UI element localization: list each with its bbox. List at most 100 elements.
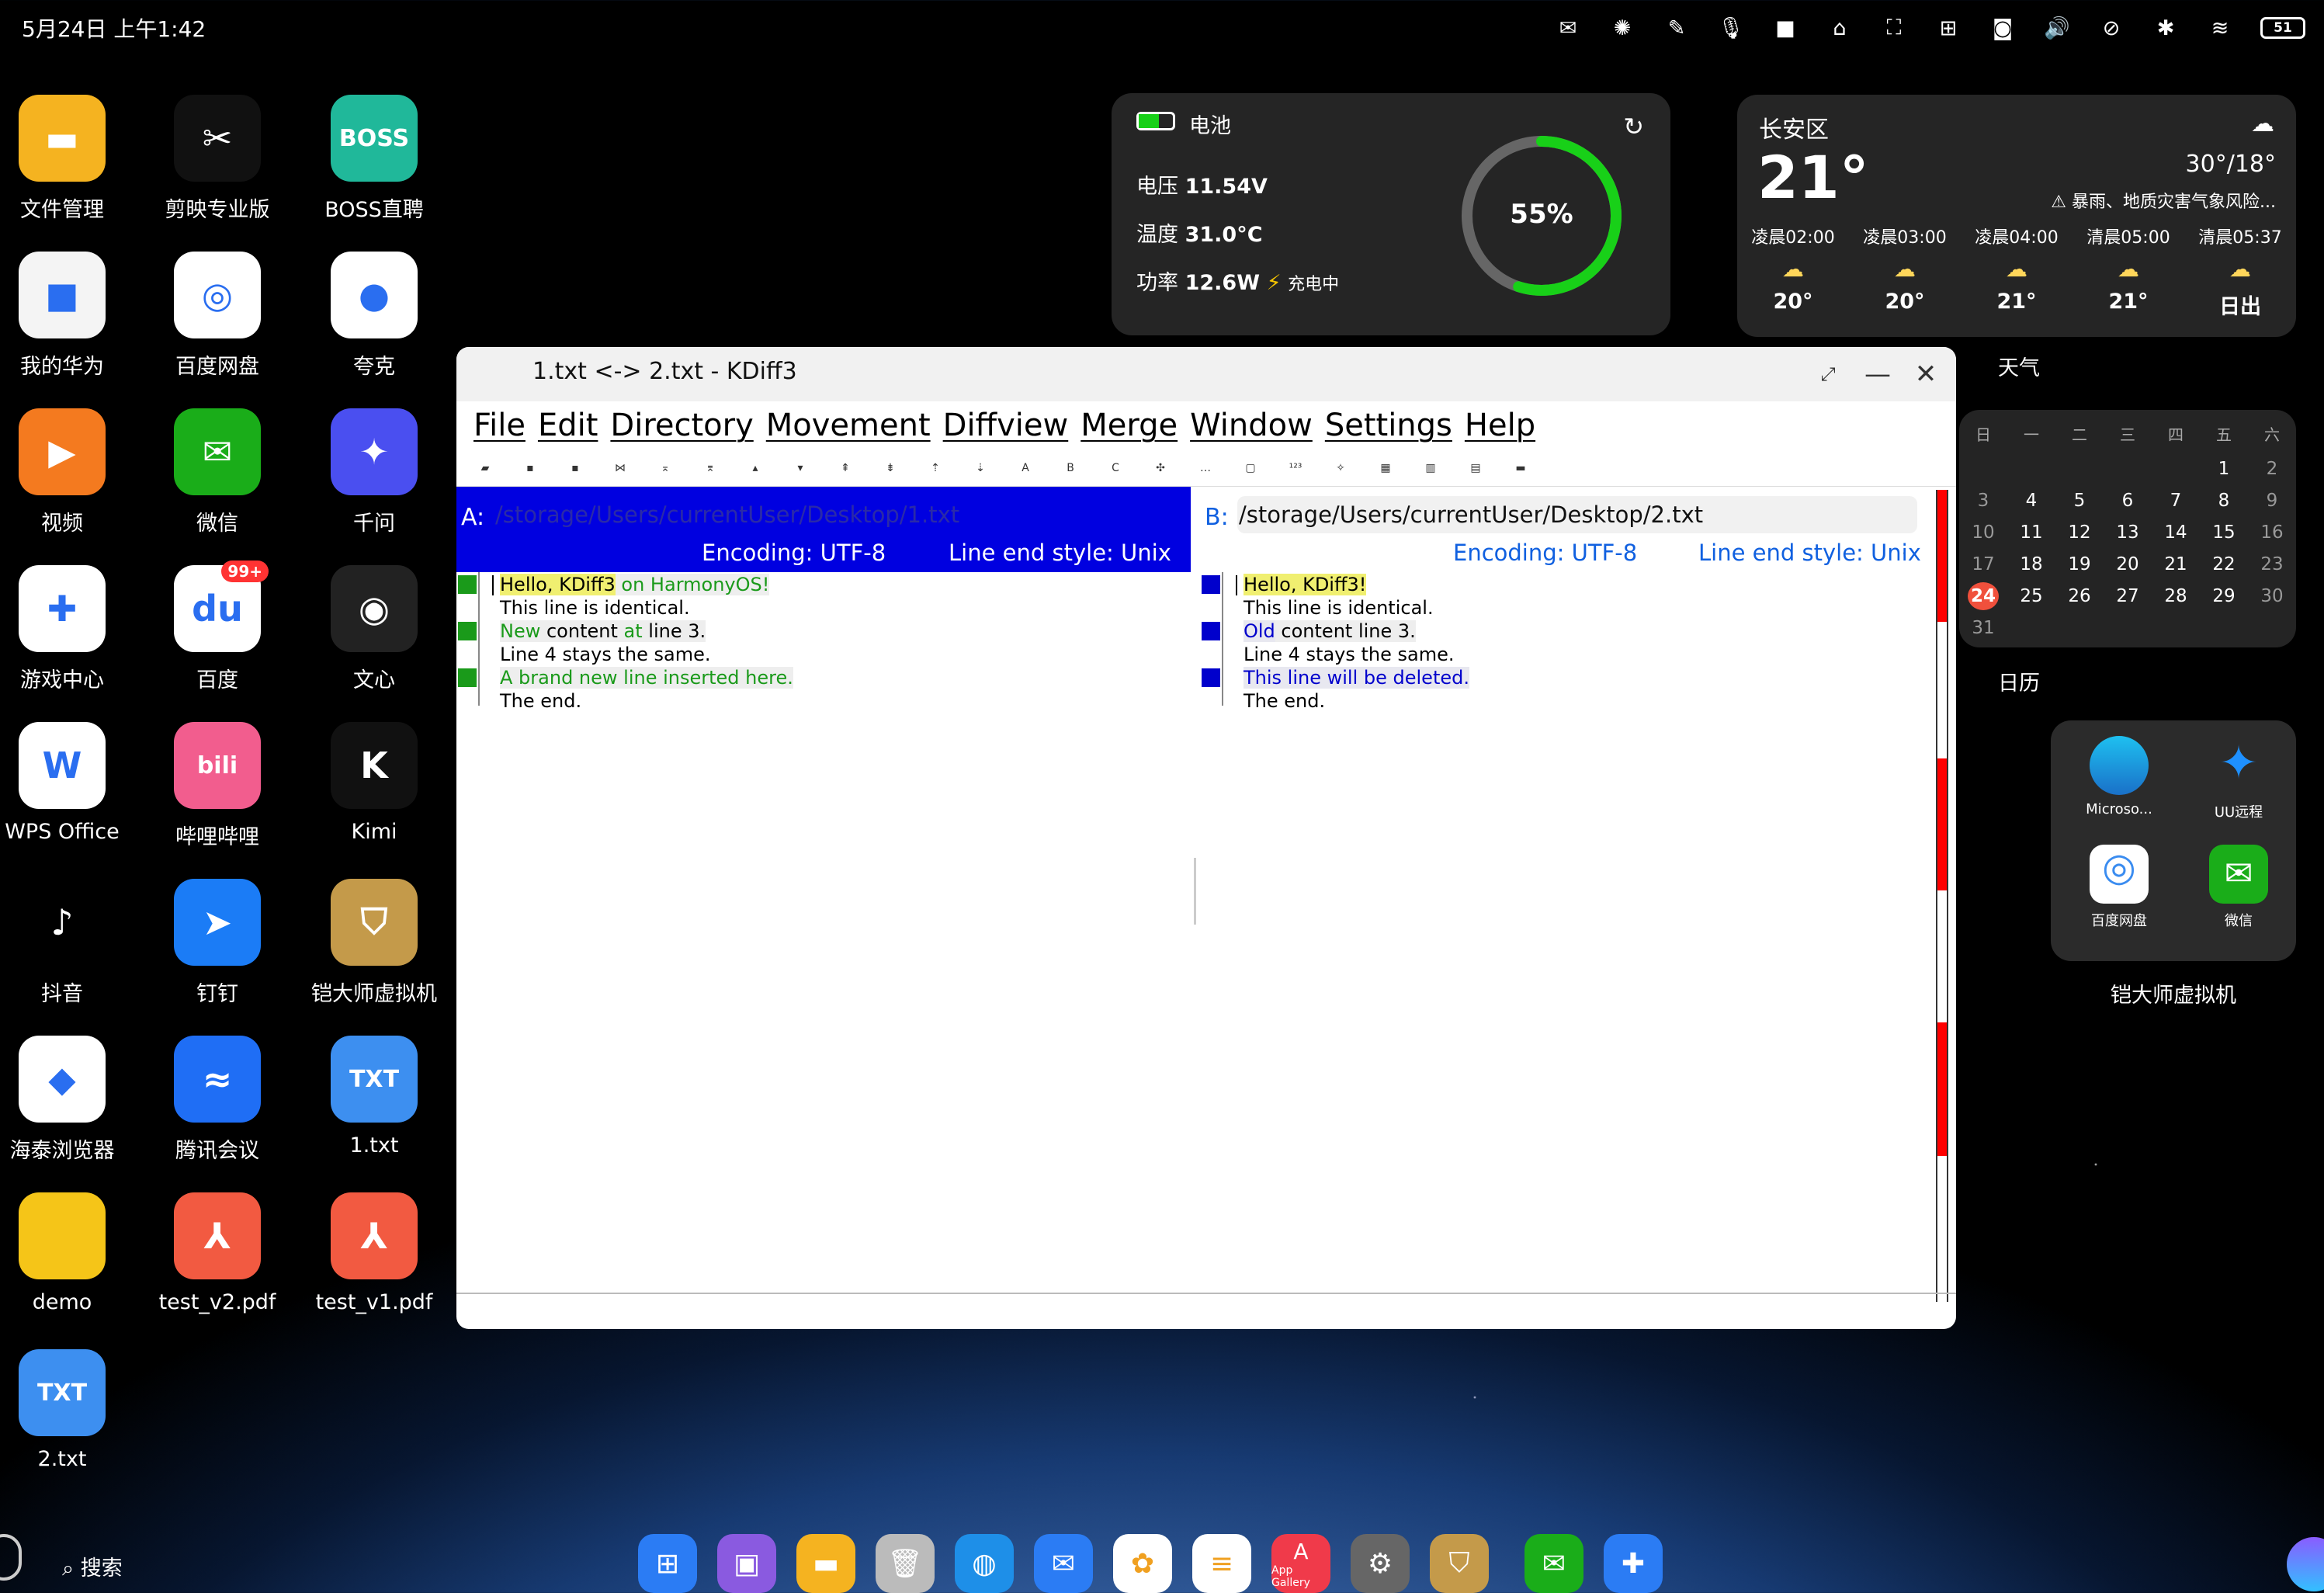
print-icon[interactable]: ▪ — [553, 462, 598, 474]
calendar-day[interactable]: 31 — [1968, 614, 1999, 642]
next-delta-icon[interactable]: ▾ — [778, 462, 823, 474]
calendar-day[interactable]: 17 — [1968, 550, 1999, 578]
pane-splitter[interactable] — [1194, 858, 1196, 925]
merge-icon[interactable]: ⋈ — [598, 462, 643, 474]
calendar-day[interactable]: 22 — [2208, 550, 2239, 578]
desktop-app[interactable]: demo — [0, 1192, 140, 1314]
diff-line[interactable]: Hello, KDiff3 on HarmonyOS! — [500, 574, 770, 595]
save-icon[interactable]: ▪ — [508, 462, 553, 474]
first-delta-icon[interactable]: ⌅ — [643, 462, 688, 474]
desktop-app[interactable]: ◎ 百度网盘 — [140, 252, 295, 380]
diff-line[interactable]: New content at line 3. — [500, 620, 706, 642]
window-titlebar[interactable]: 1.txt <-> 2.txt - KDiff3 ⤢ — ✕ — [456, 347, 1956, 401]
dock-folder-icon[interactable]: ▬ — [796, 1534, 855, 1593]
wrap-icon[interactable]: ▤ — [1453, 462, 1498, 474]
calendar-day[interactable]: 28 — [2160, 582, 2191, 610]
dock-files-icon[interactable]: ▣ — [717, 1534, 776, 1593]
dock-puzzle-icon[interactable]: ✚ — [1604, 1534, 1663, 1593]
desktop-app[interactable]: K Kimi — [297, 722, 452, 844]
calendar-day[interactable]: 2 — [2256, 455, 2288, 483]
prev-delta-icon[interactable]: ▴ — [733, 462, 778, 474]
dock-app-gallery-icon[interactable]: A App Gallery — [1271, 1534, 1330, 1593]
choose-a-icon[interactable]: A — [1003, 462, 1048, 474]
diff-line[interactable]: Line 4 stays the same. — [500, 644, 711, 665]
desktop-app[interactable]: TXT 2.txt — [0, 1349, 140, 1471]
calendar-day[interactable]: 25 — [2016, 582, 2047, 610]
diff-line[interactable]: A brand new line inserted here. — [500, 667, 793, 689]
dock-mail-icon[interactable]: ✉ — [1034, 1534, 1093, 1593]
line-numbers-icon[interactable]: ¹²³ — [1273, 462, 1318, 474]
desktop-app[interactable]: W WPS Office — [0, 722, 140, 844]
close-button[interactable]: ✕ — [1906, 355, 1945, 394]
open-icon[interactable]: ▰ — [463, 462, 508, 474]
desktop-app[interactable]: ✂ 剪映专业版 — [140, 95, 295, 223]
desktop-app[interactable]: ⅄ test_v2.pdf — [140, 1192, 295, 1314]
merge-window-icon[interactable]: ▥ — [1408, 462, 1453, 474]
desktop-app[interactable]: bili 哔哩哔哩 — [140, 722, 295, 850]
diff-line[interactable]: Old content line 3. — [1244, 620, 1416, 642]
calendar-day[interactable]: 29 — [2208, 582, 2239, 610]
calendar-day[interactable]: 18 — [2016, 550, 2047, 578]
choose-b-icon[interactable]: B — [1048, 462, 1093, 474]
prev-unsolved-icon[interactable]: ⇡ — [913, 462, 958, 474]
calendar-widget[interactable]: 日一二三四五六 1 2 3 4 5 6 7 8 9 10 11 12 13 14 15 16 17 18 19 20 2… — [1959, 410, 2296, 647]
diff-overview-bar[interactable] — [1936, 490, 1948, 1302]
menu-window[interactable]: Window — [1190, 408, 1313, 443]
menu-settings[interactable]: Settings — [1325, 408, 1452, 443]
calendar-day[interactable]: 3 — [1968, 487, 1999, 515]
kdiff3-window[interactable]: 1.txt <-> 2.txt - KDiff3 ⤢ — ✕ File Edit D… — [456, 347, 1956, 1329]
calendar-day[interactable]: 8 — [2208, 487, 2239, 515]
desktop-app[interactable]: ■ 我的华为 — [0, 252, 140, 380]
desktop-app[interactable]: ⅄ test_v1.pdf — [297, 1192, 452, 1314]
calendar-day[interactable]: 30 — [2256, 582, 2288, 610]
desktop-app[interactable]: ▬ 文件管理 — [0, 95, 140, 223]
calendar-day[interactable]: 27 — [2112, 582, 2143, 610]
menu-file[interactable]: File — [473, 408, 526, 443]
calendar-day[interactable]: 14 — [2160, 519, 2191, 547]
diff-pane-b[interactable]: B: /storage/Users/currentUser/Desktop/2.… — [1200, 487, 1933, 1310]
dock-notes-icon[interactable]: ≡ — [1192, 1534, 1251, 1593]
diff-line[interactable]: This line is identical. — [1244, 597, 1434, 619]
calendar-day[interactable]: 6 — [2112, 487, 2143, 515]
dock-vm-icon[interactable]: ⛉ — [1430, 1534, 1489, 1593]
prev-conflict-icon[interactable]: ⇞ — [823, 462, 868, 474]
go-to-line-icon[interactable]: ✧ — [1318, 462, 1363, 474]
diff-line[interactable]: Hello, KDiff3! — [1244, 574, 1367, 595]
folder-widget[interactable]: Microso... ✦ UU远程 ◎ 百度网盘 ✉ 微信 — [2051, 720, 2296, 961]
last-delta-icon[interactable]: ⌆ — [688, 462, 733, 474]
diff-line[interactable]: Line 4 stays the same. — [1244, 644, 1455, 665]
calendar-day[interactable]: 13 — [2112, 519, 2143, 547]
pane-a-path[interactable]: /storage/Users/currentUser/Desktop/1.txt — [494, 496, 1177, 533]
choose-c-icon[interactable]: C — [1093, 462, 1138, 474]
desktop-app[interactable]: BOSS BOSS直聘 — [297, 95, 452, 223]
desktop-app[interactable]: ➤ 钉钉 — [140, 879, 295, 1007]
calendar-day[interactable]: 5 — [2064, 487, 2095, 515]
next-unsolved-icon[interactable]: ⇣ — [958, 462, 1003, 474]
calendar-day[interactable]: 26 — [2064, 582, 2095, 610]
menu-merge[interactable]: Merge — [1080, 408, 1178, 443]
desktop-app[interactable]: ✦ 千问 — [297, 408, 452, 536]
calendar-day[interactable]: 24 — [1968, 582, 1999, 610]
desktop-app[interactable]: ◆ 海泰浏览器 — [0, 1036, 140, 1164]
pane-b-path[interactable]: /storage/Users/currentUser/Desktop/2.txt — [1237, 496, 1917, 533]
weather-widget[interactable]: 长安区 ☁ 21° 30°/18° ⚠ 暴雨、地质灾害气象风险... 凌晨02:… — [1737, 95, 2296, 337]
maximize-button[interactable]: ⤢ — [1809, 355, 1847, 394]
calendar-day[interactable]: 9 — [2256, 487, 2288, 515]
desktop-app[interactable]: ● 夸克 — [297, 252, 452, 380]
calendar-day[interactable]: 1 — [2208, 455, 2239, 483]
desktop-app[interactable]: ✉ 微信 — [140, 408, 295, 536]
taskbar-search[interactable]: ⌕ 搜索 — [62, 1551, 123, 1581]
menu-movement[interactable]: Movement — [766, 408, 931, 443]
minimize-button[interactable]: — — [1858, 355, 1897, 394]
calendar-day[interactable]: 20 — [2112, 550, 2143, 578]
menu-help[interactable]: Help — [1465, 408, 1535, 443]
diff-line[interactable]: This line is identical. — [500, 597, 690, 619]
split-icon[interactable]: ▦ — [1363, 462, 1408, 474]
show-whitespace-icon[interactable]: … — [1183, 462, 1228, 474]
toggle-icon[interactable]: ▬ — [1498, 462, 1543, 474]
desktop-app[interactable]: ♪ 抖音 — [0, 879, 140, 1007]
dock-browser-icon[interactable]: ◍ — [955, 1534, 1014, 1593]
show-overview-icon[interactable]: ▢ — [1228, 462, 1273, 474]
diff-line[interactable]: The end. — [500, 690, 581, 712]
diff-line[interactable]: The end. — [1244, 690, 1325, 712]
